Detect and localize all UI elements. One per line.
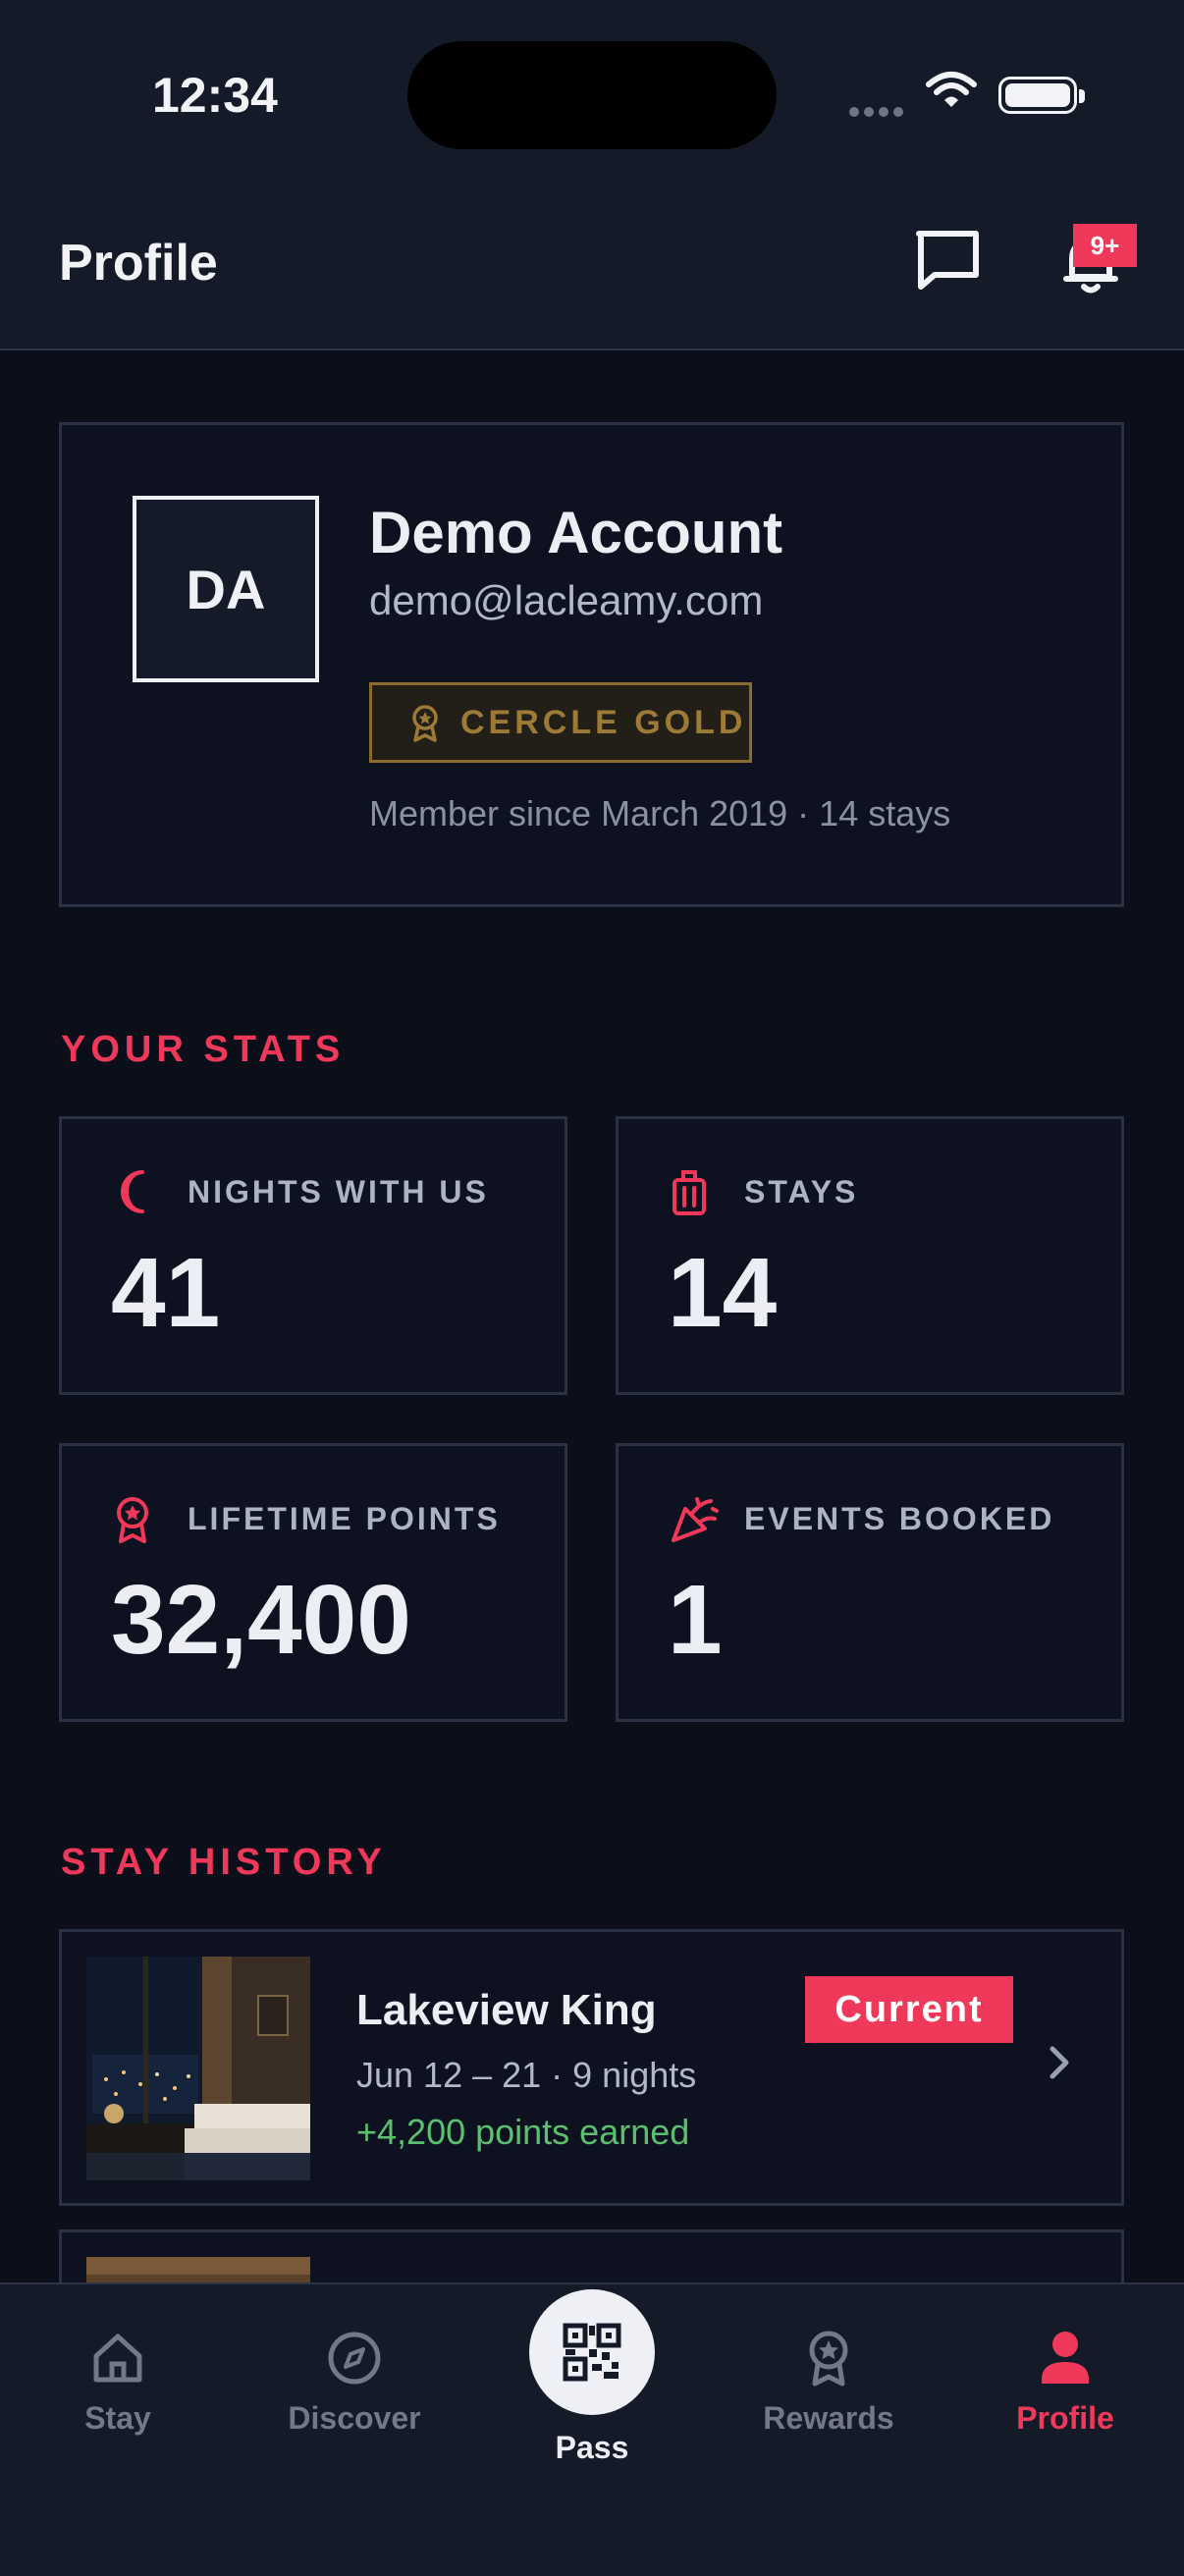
award-icon (407, 703, 443, 742)
status-badge: Current (805, 1976, 1013, 2043)
stat-label: NIGHTS WITH US (188, 1174, 489, 1209)
moon-icon (121, 1170, 144, 1213)
dynamic-island (407, 41, 777, 149)
stat-value: 1 (668, 1565, 723, 1675)
room-name: Lakeview King (356, 1986, 657, 2034)
stat-label: LIFETIME POINTS (188, 1501, 501, 1536)
history-heading: STAY HISTORY (61, 1842, 387, 1883)
tab-label: Profile (1016, 2400, 1114, 2436)
stat-card-events: EVENTS BOOKED 1 (616, 1443, 1124, 1722)
stat-label: STAYS (744, 1174, 859, 1209)
stat-card-stays: STAYS 14 (616, 1116, 1124, 1395)
chevron-right-icon (1049, 2046, 1069, 2079)
compass-icon (328, 2332, 381, 2385)
stats-heading: YOUR STATS (61, 1029, 346, 1070)
party-popper-icon (672, 1497, 719, 1542)
luggage-icon (673, 1170, 706, 1215)
stat-value: 32,400 (111, 1565, 411, 1675)
notification-badge: 9+ (1073, 224, 1137, 267)
tier-badge[interactable]: CERCLE GOLD (369, 682, 752, 763)
tab-label: Pass (555, 2430, 629, 2465)
tier-label: CERCLE GOLD (460, 703, 747, 741)
battery-icon (998, 77, 1085, 114)
signal-icon (849, 104, 908, 122)
tab-label: Discover (288, 2400, 421, 2436)
qr-code-icon (563, 2323, 621, 2382)
home-icon (93, 2334, 142, 2383)
award-icon (117, 1497, 148, 1543)
wifi-icon (926, 72, 977, 107)
tab-discover[interactable]: Discover (256, 2324, 453, 2437)
stat-label: EVENTS BOOKED (744, 1501, 1055, 1536)
avatar[interactable]: DA (133, 496, 319, 682)
tab-profile[interactable]: Profile (967, 2324, 1163, 2437)
stat-value: 41 (111, 1238, 221, 1348)
profile-card: DA Demo Account demo@lacleamy.com CERCLE… (59, 422, 1124, 907)
tab-pass[interactable] (529, 2289, 655, 2415)
member-since: Member since March 2019 · 14 stays (369, 793, 951, 833)
stay-history-item[interactable]: Lakeview King Jun 12 – 21 · 9 nights +4,… (59, 1929, 1124, 2206)
award-icon (809, 2331, 848, 2387)
tab-label: Rewards (763, 2400, 894, 2436)
stat-card-nights: NIGHTS WITH US 41 (59, 1116, 567, 1395)
profile-name: Demo Account (369, 500, 783, 565)
tab-label: Stay (84, 2400, 151, 2436)
stat-value: 14 (668, 1238, 778, 1348)
points-earned: +4,200 points earned (356, 2112, 690, 2152)
room-thumbnail (86, 1957, 310, 2180)
status-time: 12:34 (152, 68, 278, 123)
bottom-nav: Stay Discover Pass Rewards Profile (0, 2282, 1184, 2576)
profile-email: demo@lacleamy.com (369, 577, 764, 623)
user-icon (1042, 2332, 1089, 2384)
page-title: Profile (59, 235, 218, 292)
stat-card-points: LIFETIME POINTS 32,400 (59, 1443, 567, 1722)
message-icon[interactable] (913, 228, 982, 293)
tab-rewards[interactable]: Rewards (730, 2324, 927, 2437)
stay-dates: Jun 12 – 21 · 9 nights (356, 2055, 697, 2095)
app-header: 12:34 Profile 9+ (0, 0, 1184, 350)
tab-stay[interactable]: Stay (20, 2324, 216, 2437)
